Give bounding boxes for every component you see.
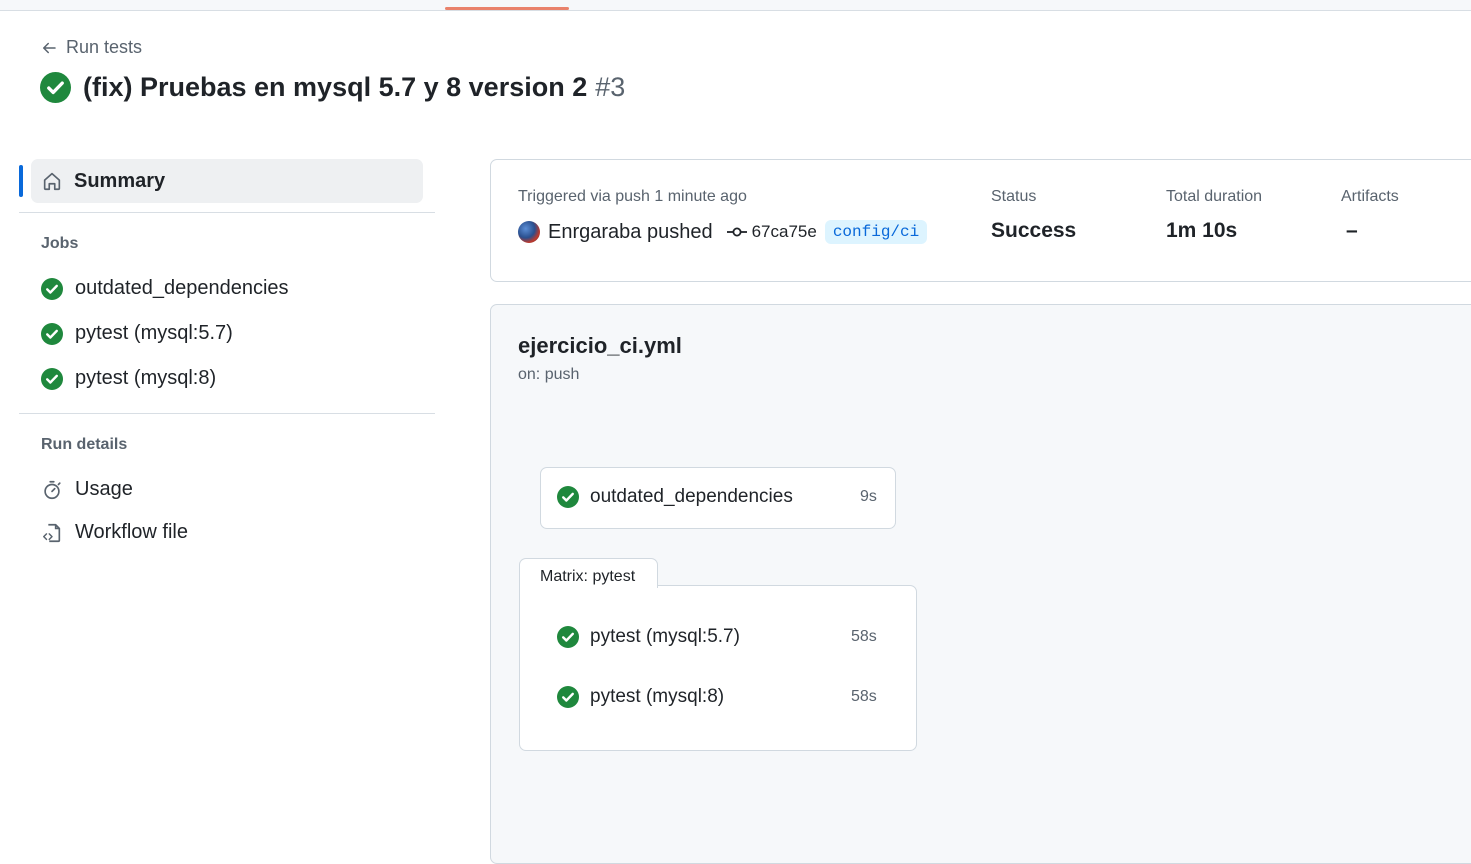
sidebar-divider — [19, 212, 435, 213]
sidebar-item-label: pytest (mysql:5.7) — [75, 322, 233, 344]
sidebar-divider — [19, 413, 435, 414]
active-tab-underline — [445, 7, 569, 10]
success-check-icon — [40, 72, 71, 103]
success-check-icon — [41, 368, 63, 390]
duration-value: 1m 10s — [1166, 219, 1238, 242]
workflow-trigger: on: push — [518, 366, 580, 383]
sidebar-item-label: Usage — [75, 478, 133, 500]
run-summary-card: Triggered via push 1 minute ago Enrgarab… — [490, 159, 1471, 282]
sidebar-item-label: Workflow file — [75, 521, 188, 543]
status-label: Status — [991, 188, 1037, 205]
success-check-icon — [41, 323, 63, 345]
sidebar-item-workflow-file[interactable]: Workflow file — [41, 521, 188, 544]
arrow-left-icon — [43, 42, 56, 53]
success-check-icon — [557, 686, 579, 708]
jobs-heading: Jobs — [41, 235, 79, 252]
job-label: outdated_dependencies — [590, 486, 793, 507]
top-nav-bar — [0, 0, 1471, 11]
sidebar-item-usage[interactable]: Usage — [41, 478, 133, 501]
run-number: #3 — [595, 72, 626, 102]
job-duration: 58s — [851, 628, 877, 645]
job-label: pytest (mysql:5.7) — [590, 626, 740, 647]
back-link-label: Run tests — [66, 37, 143, 57]
sidebar-item-label: Summary — [74, 169, 166, 192]
sidebar-item-label: pytest (mysql:8) — [75, 367, 217, 389]
file-code-icon — [43, 523, 61, 542]
git-commit-icon — [726, 227, 747, 237]
sidebar-item-summary[interactable]: Summary — [31, 159, 423, 203]
workflow-file-name: ejercicio_ci.yml — [518, 333, 682, 358]
push-info: Enrgaraba pushed 67ca75e config/ci — [518, 220, 928, 244]
duration-label: Total duration — [1166, 188, 1263, 205]
run-title: (fix) Pruebas en mysql 5.7 y 8 version 2 — [83, 72, 588, 102]
sidebar-item-label: outdated_dependencies — [75, 277, 289, 299]
page-title-row: (fix) Pruebas en mysql 5.7 y 8 version 2… — [40, 72, 625, 103]
branch-badge[interactable]: config/ci — [824, 220, 928, 244]
stopwatch-icon — [44, 480, 61, 499]
artifacts-label: Artifacts — [1341, 188, 1399, 205]
matrix-label: Matrix: pytest — [540, 568, 636, 585]
home-icon — [43, 172, 61, 191]
job-label: pytest (mysql:8) — [590, 686, 725, 707]
run-details-heading: Run details — [41, 436, 128, 453]
job-duration: 58s — [851, 688, 877, 705]
status-value: Success — [991, 219, 1077, 242]
commit-link[interactable]: 67ca75e — [726, 222, 817, 242]
sidebar-job-pytest-mysql8[interactable]: pytest (mysql:8) — [41, 367, 216, 390]
commit-sha: 67ca75e — [751, 222, 817, 241]
sidebar-job-pytest-mysql57[interactable]: pytest (mysql:5.7) — [41, 322, 233, 345]
success-check-icon — [557, 486, 579, 508]
sidebar-job-outdated-dependencies[interactable]: outdated_dependencies — [41, 277, 289, 300]
job-duration: 9s — [860, 488, 877, 505]
avatar[interactable] — [518, 221, 540, 243]
matrix-group — [519, 585, 917, 751]
job-node-outdated-dependencies[interactable]: outdated_dependencies — [557, 486, 793, 508]
active-nav-indicator — [19, 165, 23, 197]
trigger-text: Triggered via push 1 minute ago — [518, 188, 747, 205]
success-check-icon — [41, 278, 63, 300]
actor-text[interactable]: Enrgaraba pushed — [548, 221, 713, 244]
job-node-pytest-mysql57[interactable]: pytest (mysql:5.7) — [557, 626, 740, 648]
page-title: (fix) Pruebas en mysql 5.7 y 8 version 2… — [83, 72, 625, 103]
success-check-icon — [557, 626, 579, 648]
artifacts-value: – — [1346, 219, 1358, 242]
job-node-pytest-mysql8[interactable]: pytest (mysql:8) — [557, 686, 724, 708]
back-to-workflow-link[interactable]: Run tests — [40, 37, 142, 58]
